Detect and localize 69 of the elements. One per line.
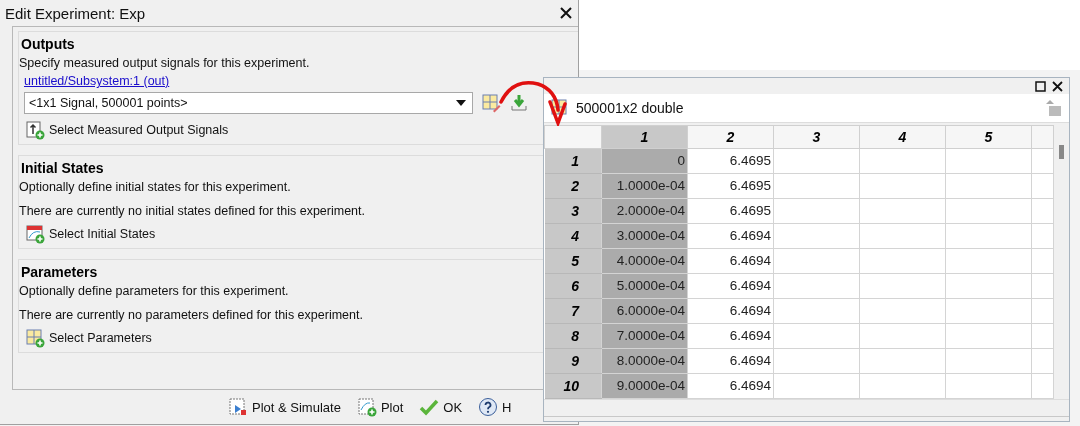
row-header[interactable]: 8	[544, 323, 602, 349]
footer-button[interactable]: Plot & Simulate	[228, 397, 341, 417]
table-edit-icon	[481, 93, 501, 113]
table-cell: 6.4694	[687, 323, 774, 349]
table-cell: 8.0000e-04	[601, 348, 688, 374]
close-icon[interactable]	[560, 7, 572, 19]
signal-add-icon	[25, 120, 45, 140]
footer-button[interactable]: Plot	[356, 397, 404, 417]
row-header[interactable]: 3	[544, 198, 602, 224]
section-title: Parameters	[20, 264, 98, 280]
table-cell: 0	[601, 148, 688, 174]
footer-button[interactable]: OK	[419, 397, 463, 417]
table-cell: 7.0000e-04	[601, 323, 688, 349]
help-icon	[478, 397, 499, 417]
window-title: Edit Experiment: Exp	[5, 4, 146, 22]
table-add-icon	[25, 328, 45, 348]
table-cell: 6.4695	[687, 198, 774, 224]
table-cell: 2.0000e-04	[601, 198, 688, 224]
table-cell: 3.0000e-04	[601, 223, 688, 249]
table-cell: 4.0000e-04	[601, 248, 688, 274]
table-cell: 6.4694	[687, 223, 774, 249]
table-cell: 6.4695	[687, 173, 774, 199]
section-description: Optionally define parameters for this experiment.	[19, 284, 289, 298]
dropdown-caret-icon	[456, 100, 466, 106]
vertical-scrollbar[interactable]	[1054, 125, 1069, 399]
signal-link[interactable]: untitled/Subsystem:1 (out)	[24, 74, 170, 88]
row-header[interactable]: 6	[544, 273, 602, 299]
select-button[interactable]: Select Parameters	[19, 326, 152, 348]
section-title: Outputs	[20, 36, 75, 52]
section-note: There are currently no parameters defined for this experiment.	[19, 308, 363, 322]
states-add-icon	[25, 224, 45, 244]
table-cell: 6.4694	[687, 298, 774, 324]
table-cell: 6.4694	[687, 273, 774, 299]
table-cell: 5.0000e-04	[601, 273, 688, 299]
plot-simulate-icon	[228, 397, 248, 417]
plot-add-icon	[356, 397, 377, 417]
arrow-annotation	[498, 80, 568, 126]
select-button[interactable]: Select Measured Output Signals	[19, 118, 229, 140]
select-button[interactable]: Select Initial States	[19, 222, 156, 244]
variable-title: 500001x2 double	[576, 100, 685, 116]
download-icon	[509, 93, 529, 113]
row-header[interactable]: 4	[544, 223, 602, 249]
column-header[interactable]: 2	[687, 125, 774, 149]
table-cell: 9.0000e-04	[601, 373, 688, 399]
table-cell: 6.4695	[687, 148, 774, 174]
table-cell: 6.4694	[687, 373, 774, 399]
table-cell: 6.4694	[687, 348, 774, 374]
row-header[interactable]: 7	[544, 298, 602, 324]
section-title: Initial States	[20, 160, 104, 176]
column-header[interactable]: 1	[601, 125, 688, 149]
maximize-icon[interactable]	[1035, 80, 1046, 92]
table-cell: 1.0000e-04	[601, 173, 688, 199]
table-cell: 6.4694	[687, 248, 774, 274]
checkmark-icon	[419, 397, 440, 417]
row-header[interactable]: 1	[544, 148, 602, 174]
footer-button[interactable]: H	[478, 397, 512, 417]
column-header[interactable]: 4	[859, 125, 946, 149]
row-header[interactable]: 2	[544, 173, 602, 199]
signal-dropdown[interactable]: <1x1 Signal, 500001 points>	[24, 92, 473, 114]
section-description: Optionally define initial states for this experiment.	[19, 180, 291, 194]
table-cell: 6.0000e-04	[601, 298, 688, 324]
section-description: Specify measured output signals for this experiment.	[19, 56, 310, 70]
row-header[interactable]: 10	[544, 373, 602, 399]
close-icon[interactable]	[1052, 80, 1063, 92]
column-header[interactable]: 3	[773, 125, 860, 149]
row-header[interactable]: 9	[544, 348, 602, 374]
section-note: There are currently no initial states defined for this experiment.	[19, 204, 365, 218]
column-header[interactable]: 5	[945, 125, 1032, 149]
row-header[interactable]: 5	[544, 248, 602, 274]
